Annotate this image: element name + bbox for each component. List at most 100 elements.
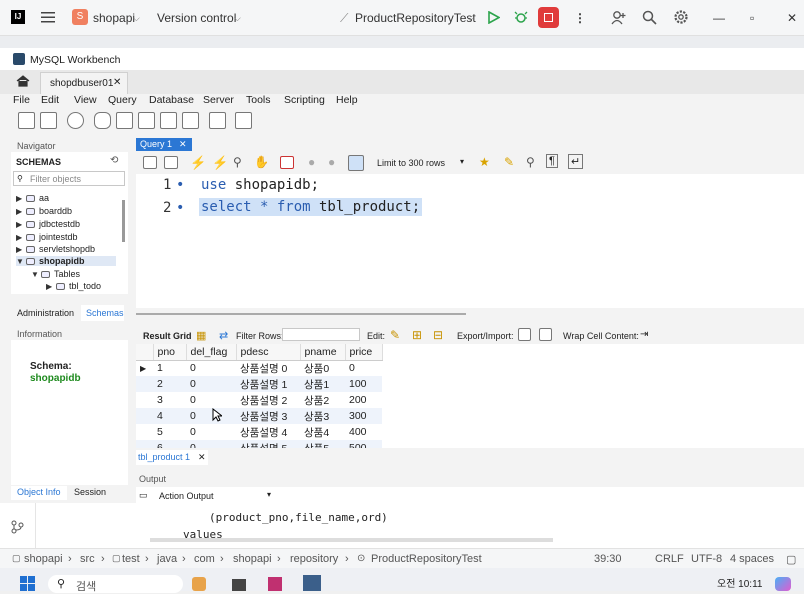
tree-item-aa[interactable]: ▶ aa [16,193,49,203]
broom-icon[interactable]: ✎ [504,155,514,169]
cell[interactable]: 2 [153,376,186,392]
lock-icon[interactable]: ▢ [786,553,796,566]
mysql-workbench-taskbar-icon[interactable] [303,575,321,591]
cell[interactable]: 5 [153,424,186,440]
menu-file[interactable]: File [13,94,30,106]
intellij-logo-icon[interactable]: IJ [11,10,25,24]
inspector-icon[interactable] [67,112,84,129]
breadcrumb-item[interactable]: java [157,553,177,565]
cell[interactable]: 0 [186,424,236,440]
cell[interactable]: 3 [153,392,186,408]
editor-hscrollbar[interactable] [150,538,553,542]
column-header[interactable]: pname [300,344,346,361]
cell[interactable]: 0 [186,376,236,392]
save-icon[interactable] [164,156,178,169]
menu-view[interactable]: View [74,94,97,106]
stop-icon[interactable]: ✋ [254,155,269,169]
filter-input[interactable]: ⚲ Filter objects [13,171,125,186]
delete-row-icon[interactable]: ⊟ [433,328,443,342]
create-function-icon[interactable] [182,112,199,129]
new-sql-tab-icon[interactable] [18,112,35,129]
cell[interactable]: 0 [345,360,382,376]
more-icon[interactable]: ⋮ [574,11,586,25]
app-icon[interactable] [232,579,246,591]
tab-session[interactable]: Session [68,486,118,500]
cell[interactable]: 상품설명 4 [236,424,300,440]
cell[interactable]: 0 [186,360,236,376]
menu-scripting[interactable]: Scripting [284,94,325,106]
menu-database[interactable]: Database [149,94,194,106]
column-header[interactable]: price [345,344,383,361]
beautify-icon[interactable]: ★ [479,155,490,169]
menu-tools[interactable]: Tools [246,94,271,106]
open-file-icon[interactable] [143,156,157,169]
column-header[interactable]: pno [153,344,187,361]
execute-current-icon[interactable]: ⚡ [212,155,228,171]
cell[interactable]: 상품설명 3 [236,408,300,424]
file-encoding[interactable]: UTF-8 [691,553,722,565]
close-icon[interactable]: ✕ [113,77,121,88]
cell[interactable]: 상품설명 1 [236,376,300,392]
tree-item-boarddb[interactable]: ▶ boarddb [16,206,72,216]
column-header[interactable]: pdesc [236,344,301,361]
cell[interactable]: 상품설명 5 [236,440,300,448]
cell[interactable]: 상품설명 2 [236,392,300,408]
output-select[interactable]: ▭ Action Output ▾ [139,490,274,502]
reconnect-icon[interactable] [235,112,252,129]
menu-edit[interactable]: Edit [41,94,59,106]
breadcrumb-item[interactable]: src [80,553,95,565]
import-icon[interactable] [539,328,552,341]
column-header[interactable]: del_flag [186,344,237,361]
tree-item-servletshopdb[interactable]: ▶ servletshopdb [16,244,95,254]
create-view-icon[interactable] [138,112,155,129]
breadcrumb-item[interactable]: ProductRepositoryTest [371,553,482,565]
refresh-icon[interactable]: ⟲ [110,155,118,166]
tree-item-shopapidb[interactable]: ▼ shopapidb [16,256,116,266]
vcs-branch-icon[interactable] [11,520,24,534]
close-icon[interactable]: ✕ [179,139,187,150]
table-row[interactable]: 2 0 상품설명 1 상품1 100 [136,376,382,392]
tab-query-1[interactable]: Query 1 ✕ [136,138,192,151]
cell[interactable]: 0 [186,408,236,424]
breadcrumb-item[interactable]: com [194,553,215,565]
table-row[interactable]: 4 0 상품설명 3 상품3 300 [136,408,382,424]
intellij-taskbar-icon[interactable] [268,577,282,591]
cell[interactable]: 상품2 [300,392,345,408]
rollback-icon[interactable]: ● [328,155,335,169]
navigator-scrollbar[interactable] [122,200,125,242]
cell[interactable]: 상품설명 0 [236,360,300,376]
cell[interactable]: 상품3 [300,408,345,424]
table-row[interactable]: 6 0 상품설명 5 상품5 500 [136,440,382,448]
search-table-data-icon[interactable] [209,112,226,129]
explain-icon[interactable]: ⚲ [233,155,242,169]
cell[interactable]: 상품5 [300,440,345,448]
tab-administration[interactable]: Administration [11,307,81,321]
execute-icon[interactable]: ⚡ [190,155,206,171]
limit-rows-select[interactable]: Limit to 300 rows ▾ [374,156,469,170]
menu-server[interactable]: Server [203,94,234,106]
home-icon[interactable] [16,75,30,87]
cell[interactable]: 4 [153,408,186,424]
refresh-icon[interactable]: ⇄ [219,329,228,342]
search-icon[interactable] [642,10,657,25]
table-row[interactable]: ▶ 1 0 상품설명 0 상품0 0 [136,360,382,376]
clock[interactable]: 오전 10:11 [717,575,762,590]
wrap-cell-icon[interactable]: ⇥ [640,329,648,340]
menu-query[interactable]: Query [108,94,137,106]
stop-button[interactable] [538,7,559,28]
close-icon[interactable]: ✕ [198,452,206,463]
cell[interactable]: 6 [153,440,186,448]
cursor-position[interactable]: 39:30 [594,553,622,565]
toggle-error-icon[interactable] [280,156,294,169]
breadcrumb-item[interactable]: repository [290,553,338,565]
invisible-chars-icon[interactable]: ¶ [546,154,558,168]
sql-editor[interactable]: 1 • use shopapidb; 2 • select * from tbl… [136,174,804,308]
run-icon[interactable] [488,11,500,24]
main-menu-icon[interactable] [41,11,55,23]
create-table-icon[interactable] [116,112,133,129]
maximize-icon[interactable]: ▫ [750,11,754,25]
add-row-icon[interactable]: ⊞ [412,328,422,342]
create-schema-icon[interactable] [94,112,111,129]
cell[interactable]: 0 [186,392,236,408]
cell[interactable]: 200 [345,392,382,408]
